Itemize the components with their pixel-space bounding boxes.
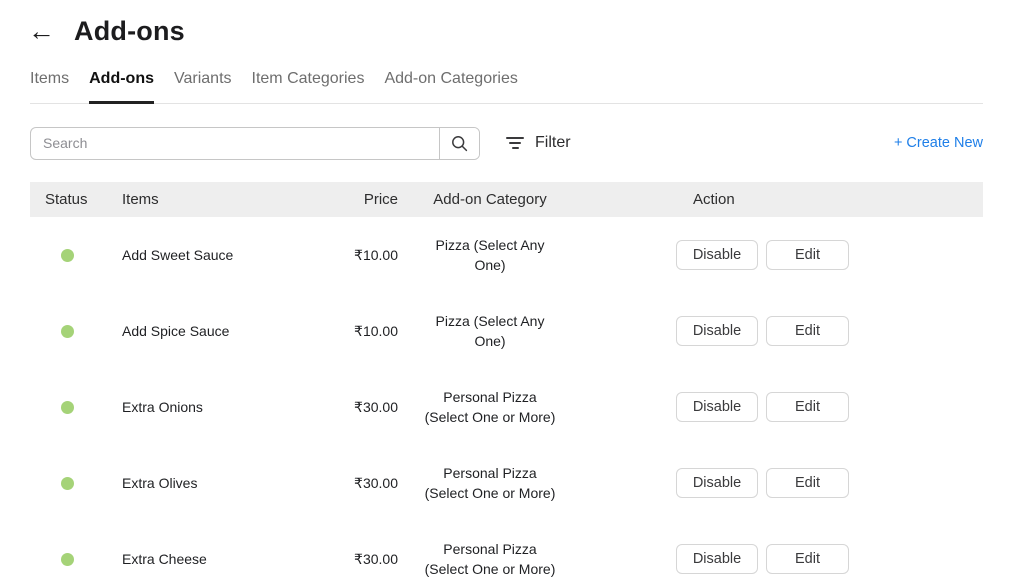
addons-page: ← Add-ons Items Add-ons Variants Item Ca… — [0, 0, 1024, 577]
edit-button[interactable]: Edit — [766, 316, 849, 346]
column-header-items: Items — [105, 191, 335, 208]
table-row: Extra Cheese ₹30.00 Personal Pizza (Sele… — [30, 521, 983, 577]
item-category: Pizza (Select Any One) — [398, 235, 582, 275]
item-price: ₹30.00 — [335, 551, 398, 568]
table-row: Add Sweet Sauce ₹10.00 Pizza (Select Any… — [30, 217, 983, 293]
disable-button[interactable]: Disable — [676, 544, 758, 574]
item-name: Extra Onions — [105, 399, 335, 415]
column-header-price: Price — [335, 191, 398, 208]
disable-button[interactable]: Disable — [676, 392, 758, 422]
filter-button[interactable]: Filter — [506, 134, 571, 152]
column-header-action: Action — [693, 191, 735, 208]
status-dot — [61, 553, 74, 566]
item-name: Extra Cheese — [105, 551, 335, 567]
item-category: Personal Pizza (Select One or More) — [398, 463, 582, 503]
search-group — [30, 127, 480, 160]
page-title: Add-ons — [74, 16, 185, 47]
status-dot — [61, 249, 74, 262]
edit-button[interactable]: Edit — [766, 392, 849, 422]
item-category: Pizza (Select Any One) — [398, 311, 582, 351]
disable-button[interactable]: Disable — [676, 240, 758, 270]
status-dot — [61, 401, 74, 414]
addons-table: Status Items Price Add-on Category Actio… — [30, 182, 983, 577]
status-dot — [61, 477, 74, 490]
item-name: Extra Olives — [105, 475, 335, 491]
item-price: ₹30.00 — [335, 399, 398, 416]
table-row: Extra Olives ₹30.00 Personal Pizza (Sele… — [30, 445, 983, 521]
tab-variants[interactable]: Variants — [174, 66, 232, 104]
tab-add-on-categories[interactable]: Add-on Categories — [384, 66, 517, 104]
item-name: Add Sweet Sauce — [105, 247, 335, 263]
tab-add-ons[interactable]: Add-ons — [89, 66, 154, 104]
filter-label: Filter — [535, 134, 571, 152]
item-category: Personal Pizza (Select One or More) — [398, 387, 582, 427]
filter-icon — [506, 137, 524, 149]
item-category: Personal Pizza (Select One or More) — [398, 539, 582, 577]
tab-item-categories[interactable]: Item Categories — [252, 66, 365, 104]
edit-button[interactable]: Edit — [766, 240, 849, 270]
search-button[interactable] — [439, 128, 479, 159]
table-header-row: Status Items Price Add-on Category Actio… — [30, 182, 983, 217]
status-dot — [61, 325, 74, 338]
page-header: ← Add-ons — [0, 10, 1024, 52]
table-row: Extra Onions ₹30.00 Personal Pizza (Sele… — [30, 369, 983, 445]
item-name: Add Spice Sauce — [105, 323, 335, 339]
disable-button[interactable]: Disable — [676, 316, 758, 346]
create-new-link[interactable]: + Create New — [894, 135, 983, 151]
search-icon — [451, 135, 468, 152]
toolbar: Filter + Create New — [30, 126, 983, 160]
item-price: ₹10.00 — [335, 323, 398, 340]
search-input[interactable] — [31, 128, 439, 159]
tab-bar: Items Add-ons Variants Item Categories A… — [30, 66, 983, 104]
table-row: Add Spice Sauce ₹10.00 Pizza (Select Any… — [30, 293, 983, 369]
item-price: ₹10.00 — [335, 247, 398, 264]
disable-button[interactable]: Disable — [676, 468, 758, 498]
item-price: ₹30.00 — [335, 475, 398, 492]
column-header-status: Status — [30, 191, 105, 208]
back-button[interactable]: ← — [28, 18, 55, 45]
column-header-addon-category: Add-on Category — [398, 191, 582, 208]
edit-button[interactable]: Edit — [766, 468, 849, 498]
edit-button[interactable]: Edit — [766, 544, 849, 574]
tab-items[interactable]: Items — [30, 66, 69, 104]
